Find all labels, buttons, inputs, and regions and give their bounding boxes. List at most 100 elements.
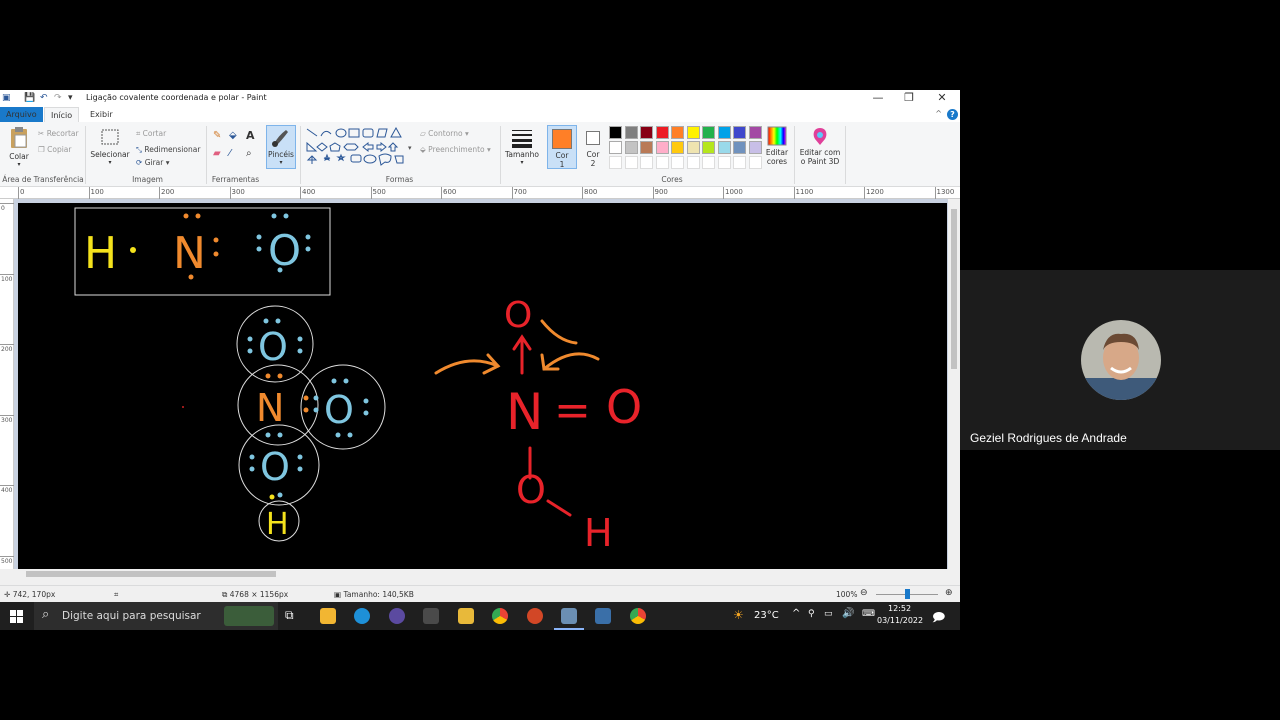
windows-start-icon[interactable] [10,610,23,623]
taskbar-search-box[interactable]: ⌕ Digite aqui para pesquisar [34,602,278,630]
color-picker-icon[interactable]: ⁄ [229,148,231,159]
battery-icon[interactable]: ▭ [824,609,833,619]
palette-swatch[interactable] [717,126,731,139]
drawing-canvas[interactable]: H N O O N O O H O N = O O H [18,203,947,569]
chrome-icon-2[interactable] [630,608,646,624]
rotate-button[interactable]: ⟳ Girar ▾ [136,158,170,167]
photos-icon[interactable] [595,608,611,624]
crop-icon: ⌗ [136,129,141,138]
store-icon[interactable] [320,608,336,624]
palette-swatch[interactable] [655,141,669,154]
palette-swatch[interactable] [748,141,762,154]
vertical-scrollbar[interactable] [948,199,960,569]
file-explorer-icon[interactable] [458,608,474,624]
palette-custom-swatch[interactable] [686,156,700,169]
palette-swatch[interactable] [624,141,638,154]
palette-swatch[interactable] [671,126,684,139]
text-tool-icon[interactable]: A [246,129,255,142]
collapse-ribbon-icon[interactable]: ^ [935,109,942,118]
customize-quick-access-icon[interactable]: ▾ [68,93,73,103]
size-button[interactable]: Tamanho ▾ [504,128,540,166]
palette-swatch[interactable] [640,126,653,139]
help-icon[interactable]: ? [947,109,958,120]
pencil-icon[interactable]: ✎ [213,130,221,141]
crop-button[interactable]: ⌗ Cortar [136,129,166,139]
tab-file[interactable]: Arquivo [0,107,43,122]
horizontal-scrollbar[interactable] [14,569,948,579]
paint-taskbar-icon[interactable] [561,608,577,624]
copy-button[interactable]: ❐ Copiar [38,145,71,154]
palette-custom-swatch[interactable] [702,156,715,169]
eraser-icon[interactable]: ▰ [213,148,221,159]
resize-button[interactable]: ⤡ Redimensionar [136,145,200,155]
paste-button[interactable]: Colar ▾ [6,126,32,168]
palette-custom-swatch[interactable] [609,156,622,169]
brushes-button[interactable]: Pincéis ▾ [266,125,296,169]
shapes-gallery[interactable]: ▾ [305,126,415,170]
palette-swatch[interactable] [702,126,715,139]
notifications-icon[interactable]: 🗩 [932,608,945,629]
zoom-in-button[interactable]: ⊕ [945,588,953,598]
ruler-label: 600 [443,188,457,196]
tab-home[interactable]: Início [44,107,80,122]
edge-icon[interactable] [354,608,370,624]
color2-button[interactable]: Cor 2 [580,125,606,169]
palette-swatch[interactable] [640,141,653,154]
palette-swatch[interactable] [733,141,746,154]
edit-colors-button[interactable]: Editar cores [763,126,791,166]
network-icon[interactable]: ⚲ [808,609,815,619]
settings-gear-icon[interactable] [423,608,439,624]
fill-bucket-icon[interactable]: ⬙ [229,130,237,141]
task-view-icon[interactable]: ⧉ [285,608,294,623]
palette-swatch[interactable] [717,141,731,154]
horizontal-scroll-thumb[interactable] [26,571,276,577]
maximize-button[interactable]: ❐ [894,91,924,104]
rotate-icon: ⟳ [136,158,143,167]
clock-date[interactable]: 03/11/2022 [877,616,923,625]
palette-swatch[interactable] [624,126,638,139]
palette-swatch[interactable] [702,141,715,154]
tab-view[interactable]: Exibir [84,107,119,122]
palette-swatch[interactable] [686,126,700,139]
palette-custom-swatch[interactable] [717,156,731,169]
palette-custom-swatch[interactable] [640,156,653,169]
palette-swatch[interactable] [748,126,762,139]
save-icon[interactable]: 💾 [24,93,35,103]
palette-custom-swatch[interactable] [624,156,638,169]
palette-swatch[interactable] [655,126,669,139]
undo-icon[interactable]: ↶ [40,93,48,103]
vertical-scroll-thumb[interactable] [951,209,957,369]
palette-custom-swatch[interactable] [671,156,684,169]
ruler-tick [88,187,90,199]
magnifier-icon[interactable]: ⌕ [246,148,252,159]
redo-icon[interactable]: ↷ [54,93,62,103]
palette-swatch[interactable] [671,141,684,154]
chrome-icon[interactable] [492,608,508,624]
powerpoint-icon[interactable] [527,608,543,624]
palette-swatch[interactable] [733,126,746,139]
palette-custom-swatch[interactable] [655,156,669,169]
browser-icon[interactable] [389,608,405,624]
close-button[interactable]: ✕ [927,91,957,104]
palette-swatch[interactable] [609,141,622,154]
language-icon[interactable]: ⌨ [862,609,875,619]
edit-paint3d-button[interactable]: Editar com o Paint 3D [798,126,842,166]
taskbar: ⌕ Digite aqui para pesquisar ⧉ ☀ 23°C ^ … [0,602,960,630]
color1-button[interactable]: Cor 1 [547,125,577,169]
weather-temperature[interactable]: 23°C [754,610,779,621]
cut-button[interactable]: ✂ Recortar [38,129,79,138]
palette-custom-swatch[interactable] [748,156,762,169]
clock-time[interactable]: 12:52 [888,604,911,613]
palette-swatch[interactable] [609,126,622,139]
outline-button[interactable]: ▱ Contorno ▾ [420,129,469,138]
zoom-slider-thumb[interactable] [905,589,910,599]
minimize-button[interactable]: — [863,91,893,104]
zoom-out-button[interactable]: ⊖ [860,588,868,598]
fill-button[interactable]: ⬙ Preenchimento ▾ [420,145,491,154]
volume-icon[interactable]: 🔊 [842,608,854,619]
palette-swatch[interactable] [686,141,700,154]
palette-custom-swatch[interactable] [733,156,746,169]
canvas-workspace: H N O O N O O H O N = O O H [14,199,949,569]
show-hidden-icons[interactable]: ^ [792,608,800,619]
select-button[interactable]: Selecionar ▾ [90,128,130,166]
